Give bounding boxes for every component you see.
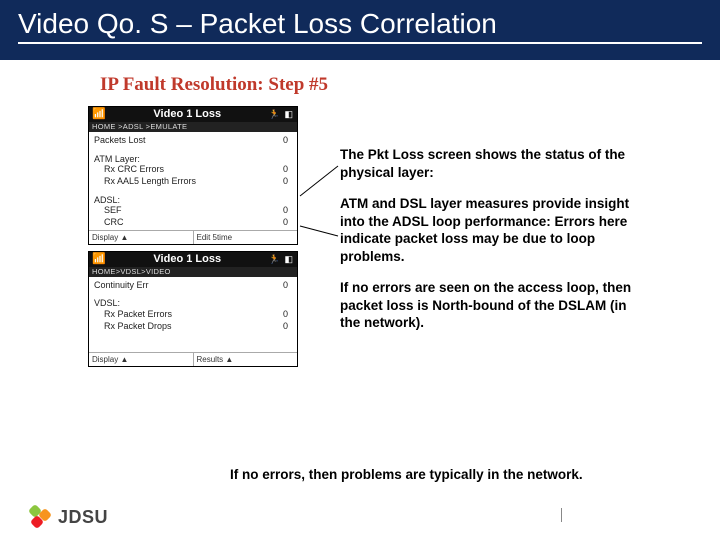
page-marker bbox=[561, 508, 562, 522]
titlebar-icons: 🏃 ◧ bbox=[269, 254, 294, 264]
stat-label: Rx Packet Drops bbox=[104, 321, 172, 331]
section-header: ADSL: bbox=[92, 193, 294, 205]
title-bar: Video Qo. S – Packet Loss Correlation bbox=[0, 0, 720, 60]
screenshot-vdsl: 📶 Video 1 Loss 🏃 ◧ HOME>VDSL>VIDEO Conti… bbox=[88, 251, 298, 367]
stat-row: CRC 0 bbox=[92, 216, 294, 227]
window-footer: Display ▲ Edit 5time bbox=[89, 230, 297, 244]
stat-label: SEF bbox=[104, 205, 122, 215]
window-titlebar: 📶 Video 1 Loss 🏃 ◧ bbox=[89, 252, 297, 267]
signal-icon: 📶 bbox=[92, 108, 106, 121]
stat-row: Rx CRC Errors 0 bbox=[92, 164, 294, 175]
window-titlebar: 📶 Video 1 Loss 🏃 ◧ bbox=[89, 107, 297, 122]
section-header: ATM Layer: bbox=[92, 152, 294, 164]
window-title: Video 1 Loss bbox=[153, 253, 221, 266]
stat-label: Rx AAL5 Length Errors bbox=[104, 176, 196, 186]
stat-label: Packets Lost bbox=[94, 135, 146, 145]
stat-value: 0 bbox=[283, 321, 292, 331]
slide-title: Video Qo. S – Packet Loss Correlation bbox=[18, 8, 702, 44]
stat-value: 0 bbox=[283, 309, 292, 319]
logo-mark-icon bbox=[28, 504, 54, 530]
breadcrumb: HOME >ADSL >EMULATE bbox=[89, 122, 297, 133]
stat-row: Packets Lost 0 bbox=[92, 134, 294, 145]
logo-text: JDSU bbox=[58, 507, 108, 528]
content-area: 📶 Video 1 Loss 🏃 ◧ HOME >ADSL >EMULATE P… bbox=[0, 106, 720, 466]
window-body: Continuity Err 0 VDSL: Rx Packet Errors … bbox=[89, 277, 297, 351]
window-body: Packets Lost 0 ATM Layer: Rx CRC Errors … bbox=[89, 132, 297, 229]
bottom-conclusion: If no errors, then problems are typicall… bbox=[230, 467, 670, 482]
stat-value: 0 bbox=[283, 164, 292, 174]
breadcrumb: HOME>VDSL>VIDEO bbox=[89, 267, 297, 278]
subtitle: IP Fault Resolution: Step #5 bbox=[100, 74, 720, 96]
stat-label: CRC bbox=[104, 217, 124, 227]
screenshot-adsl: 📶 Video 1 Loss 🏃 ◧ HOME >ADSL >EMULATE P… bbox=[88, 106, 298, 245]
signal-icon: 📶 bbox=[92, 253, 106, 266]
section-header: VDSL: bbox=[92, 296, 294, 308]
stat-row: Rx Packet Errors 0 bbox=[92, 309, 294, 320]
stat-value: 0 bbox=[283, 135, 292, 145]
explain-p3: If no errors are seen on the access loop… bbox=[340, 279, 650, 332]
footer-left[interactable]: Display ▲ bbox=[89, 231, 194, 244]
stat-label: Rx CRC Errors bbox=[104, 164, 164, 174]
window-footer: Display ▲ Results ▲ bbox=[89, 352, 297, 366]
stat-label: Rx Packet Errors bbox=[104, 309, 172, 319]
stat-value: 0 bbox=[283, 280, 292, 290]
stat-value: 0 bbox=[283, 205, 292, 215]
window-title: Video 1 Loss bbox=[153, 108, 221, 121]
stat-row: Rx AAL5 Length Errors 0 bbox=[92, 175, 294, 186]
footer-right[interactable]: Edit 5time bbox=[194, 231, 298, 244]
explain-p1: The Pkt Loss screen shows the status of … bbox=[340, 146, 650, 181]
screenshot-stack: 📶 Video 1 Loss 🏃 ◧ HOME >ADSL >EMULATE P… bbox=[88, 106, 298, 373]
footer-left[interactable]: Display ▲ bbox=[89, 353, 194, 366]
stat-row: Continuity Err 0 bbox=[92, 279, 294, 290]
stat-value: 0 bbox=[283, 217, 292, 227]
explain-p2: ATM and DSL layer measures provide insig… bbox=[340, 195, 650, 265]
stat-label: Continuity Err bbox=[94, 280, 149, 290]
explanation-block: The Pkt Loss screen shows the status of … bbox=[340, 146, 650, 346]
stat-row: Rx Packet Drops 0 bbox=[92, 320, 294, 331]
titlebar-icons: 🏃 ◧ bbox=[269, 109, 294, 119]
brand-logo: JDSU bbox=[28, 504, 108, 530]
stat-row: SEF 0 bbox=[92, 205, 294, 216]
stat-value: 0 bbox=[283, 176, 292, 186]
footer-right[interactable]: Results ▲ bbox=[194, 353, 298, 366]
